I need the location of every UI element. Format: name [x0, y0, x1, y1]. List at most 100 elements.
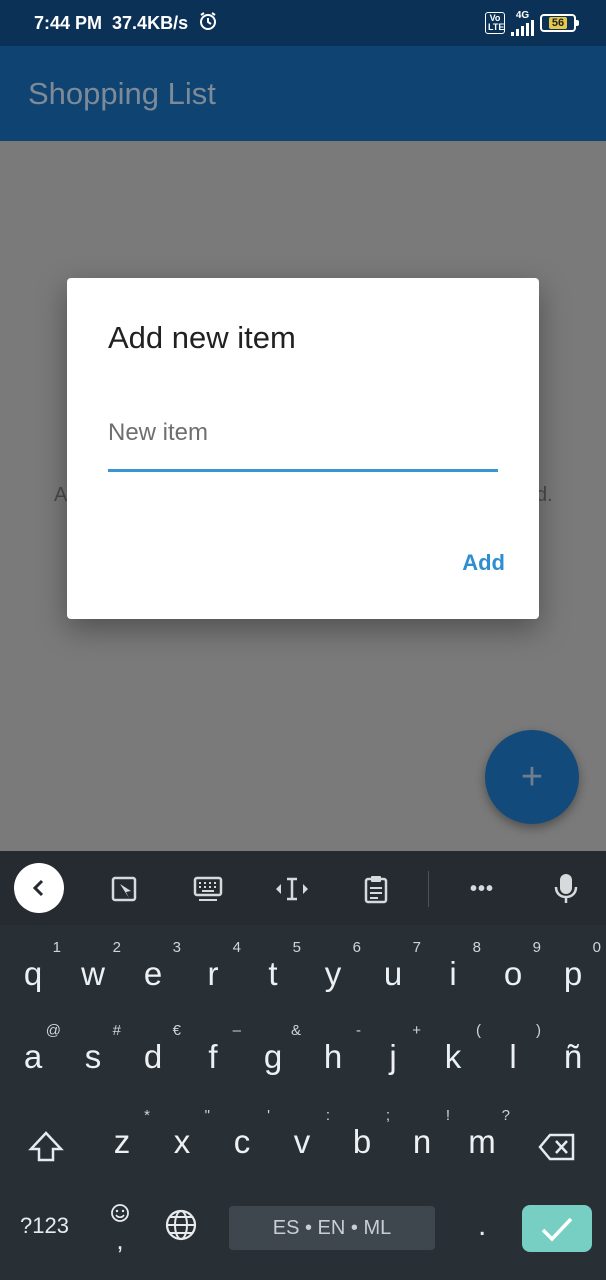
key-k[interactable]: k( — [423, 1022, 483, 1076]
key-label: i — [449, 955, 457, 992]
space-key[interactable]: ES • EN • ML — [229, 1206, 435, 1250]
key-v[interactable]: v: — [272, 1107, 332, 1161]
app-bar: Shopping List — [0, 46, 606, 141]
key-o[interactable]: o9 — [483, 939, 543, 993]
key-t[interactable]: t5 — [243, 939, 303, 993]
key-label: n — [412, 1123, 432, 1160]
key-hint: 0 — [592, 939, 601, 956]
shift-icon[interactable] — [28, 1130, 64, 1170]
key-label: u — [383, 955, 403, 992]
key-f[interactable]: f – — [183, 1022, 243, 1076]
key-e[interactable]: e3 — [123, 939, 183, 993]
new-item-input[interactable] — [108, 404, 498, 472]
key-label: p — [563, 955, 583, 992]
key-hint: 9 — [532, 939, 541, 956]
key-label: x — [173, 1123, 191, 1160]
key-hint: ' — [267, 1107, 270, 1124]
sticker-icon[interactable] — [104, 869, 144, 909]
key-label: d — [143, 1038, 163, 1075]
key-hint: ( — [476, 1022, 481, 1039]
key-label: ñ — [563, 1038, 583, 1075]
key-hint: - — [356, 1022, 361, 1039]
key-label: e — [143, 955, 163, 992]
comma-label: , — [116, 1225, 124, 1255]
key-label: k — [444, 1038, 462, 1075]
key-hint: 8 — [472, 939, 481, 956]
key-i[interactable]: i8 — [423, 939, 483, 993]
status-bar: 7:44 PM 37.4KB/s Vo LTE 4G 56 — [0, 0, 606, 46]
key-hint: : — [325, 1107, 330, 1124]
signal-icon — [511, 19, 534, 36]
check-icon — [541, 1217, 573, 1242]
backspace-icon[interactable] — [538, 1132, 576, 1168]
battery-icon: 56 — [540, 14, 579, 32]
volte-icon: Vo LTE — [485, 12, 505, 34]
page-title: Shopping List — [28, 75, 216, 111]
key-d[interactable]: d € — [123, 1022, 183, 1076]
key-hint: # — [112, 1022, 121, 1039]
key-ñ[interactable]: ñ — [543, 1038, 603, 1076]
key-hint: ! — [445, 1107, 450, 1124]
clipboard-icon[interactable] — [356, 869, 396, 909]
symbols-key[interactable]: ?123 — [20, 1213, 69, 1239]
key-label: v — [293, 1123, 311, 1160]
more-icon[interactable]: ••• — [462, 869, 502, 909]
add-fab-button[interactable]: + — [485, 730, 579, 824]
key-b[interactable]: b; — [332, 1107, 392, 1161]
keyboard-toolbar: ••• — [0, 851, 606, 925]
key-n[interactable]: n! — [392, 1107, 452, 1161]
key-hint: @ — [45, 1022, 61, 1039]
keyboard-icon[interactable] — [188, 869, 228, 909]
key-label: g — [263, 1038, 283, 1075]
key-l[interactable]: l) — [483, 1022, 543, 1076]
period-key[interactable]: . — [478, 1209, 486, 1243]
text-cursor-icon[interactable] — [272, 869, 312, 909]
key-hint: 3 — [172, 939, 181, 956]
key-hint: ? — [501, 1107, 510, 1124]
key-y[interactable]: y6 — [303, 939, 363, 993]
key-q[interactable]: q1 — [3, 939, 63, 993]
key-u[interactable]: u7 — [363, 939, 423, 993]
key-m[interactable]: m? — [452, 1107, 512, 1161]
key-x[interactable]: x " — [152, 1107, 212, 1161]
keyboard: q1w2e3r4t5y6u7i8o9p0 a @ s # d € f – g & h - j + k(l) ñ… — [0, 925, 606, 1280]
key-g[interactable]: g & — [243, 1022, 303, 1076]
key-hint: " — [204, 1107, 210, 1124]
key-p[interactable]: p0 — [543, 939, 603, 993]
key-a[interactable]: a @ — [3, 1022, 63, 1076]
key-hint: & — [290, 1022, 301, 1039]
toolbar-divider — [428, 871, 429, 907]
battery-level: 56 — [548, 17, 568, 29]
key-w[interactable]: w2 — [63, 939, 123, 993]
key-z[interactable]: z * — [92, 1107, 152, 1161]
empty-state-text-left: A — [54, 484, 68, 506]
enter-key[interactable] — [522, 1205, 592, 1252]
key-label: r — [207, 955, 219, 992]
key-hint: 7 — [412, 939, 421, 956]
key-r[interactable]: r4 — [183, 939, 243, 993]
key-hint: 4 — [232, 939, 241, 956]
status-time: 7:44 PM — [34, 12, 103, 33]
key-label: s — [84, 1038, 102, 1075]
key-c[interactable]: c ' — [212, 1107, 272, 1161]
add-button[interactable]: Add — [462, 550, 505, 576]
key-label: q — [23, 955, 43, 992]
key-hint: + — [412, 1022, 421, 1039]
key-label: t — [268, 955, 278, 992]
key-hint: – — [232, 1022, 241, 1039]
emoji-comma-key[interactable]: , — [110, 1203, 130, 1256]
alarm-icon — [198, 11, 218, 36]
microphone-icon[interactable] — [546, 869, 586, 909]
key-s[interactable]: s # — [63, 1022, 123, 1076]
globe-icon[interactable] — [164, 1208, 198, 1248]
key-hint: * — [144, 1107, 150, 1124]
key-label: a — [23, 1038, 43, 1075]
key-label: m — [468, 1123, 496, 1160]
key-label: z — [113, 1123, 131, 1160]
key-h[interactable]: h- — [303, 1022, 363, 1076]
key-hint: 2 — [112, 939, 121, 956]
key-hint: ) — [536, 1022, 541, 1039]
chevron-left-icon[interactable] — [14, 863, 64, 913]
key-label: h — [323, 1038, 343, 1075]
key-j[interactable]: j + — [363, 1022, 423, 1076]
